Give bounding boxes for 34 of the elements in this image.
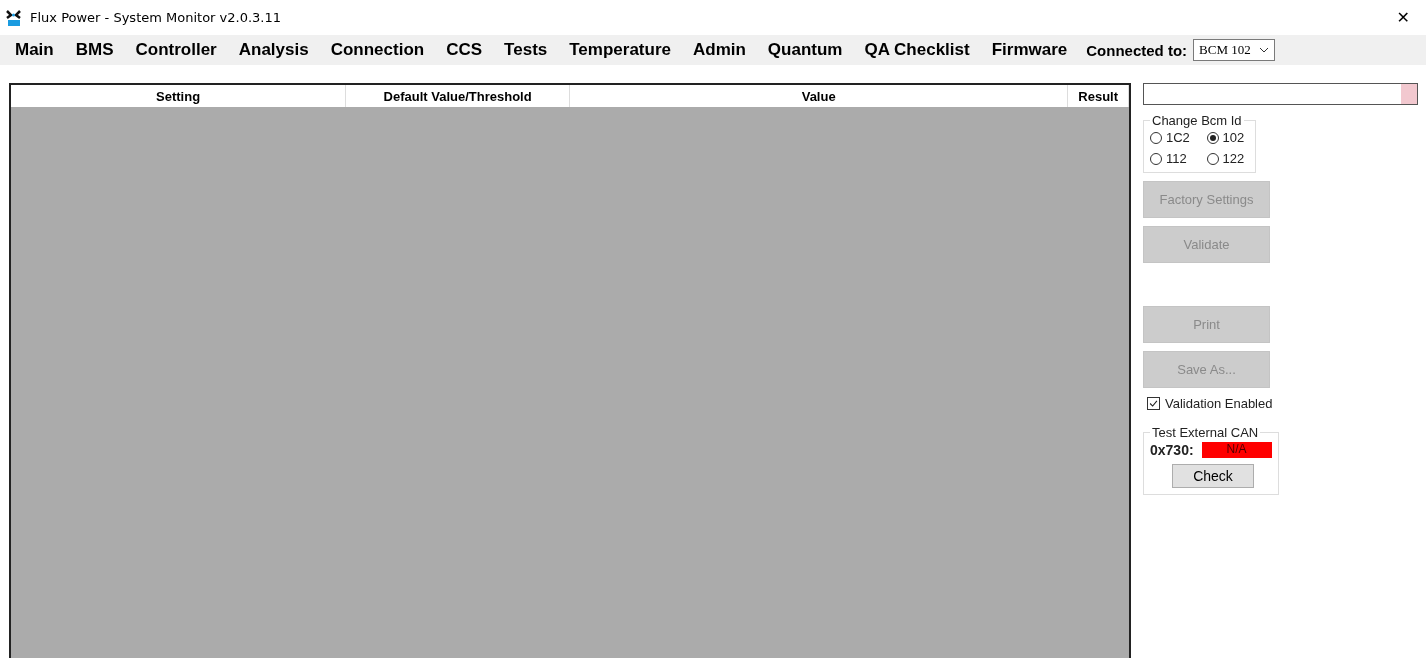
menu-tab[interactable]: Tests <box>493 40 559 60</box>
group-title: Change Bcm Id <box>1151 113 1243 128</box>
group-title: Test External CAN <box>1151 425 1260 440</box>
menu-tab[interactable]: Quantum <box>756 40 854 60</box>
menu-tab[interactable]: Main <box>4 40 65 60</box>
check-button[interactable]: Check <box>1172 464 1254 488</box>
checkbox-label[interactable]: Validation Enabled <box>1165 396 1273 411</box>
bcm-dropdown[interactable]: BCM 102 <box>1193 39 1276 61</box>
address-label: 0x730: <box>1150 442 1194 458</box>
menu-tab[interactable]: CCS <box>435 40 494 60</box>
menu-tab[interactable]: Controller <box>124 40 228 60</box>
checkbox[interactable] <box>1147 397 1160 410</box>
status-indicator: N/A <box>1201 442 1272 458</box>
column-header[interactable]: Result <box>1068 85 1129 107</box>
menu-tab[interactable]: BMS <box>64 40 125 60</box>
connection-label: Connected to: <box>1086 41 1188 59</box>
menu-tab[interactable]: Temperature <box>558 40 682 60</box>
radio-option[interactable]: 1C2 <box>1150 130 1195 145</box>
test-dropdown[interactable] <box>1143 83 1418 105</box>
caret-icon[interactable] <box>1259 47 1270 53</box>
column-header[interactable]: Default Value/Threshold <box>346 85 570 107</box>
radio-option[interactable]: 102 <box>1206 130 1249 145</box>
radio-option[interactable]: 122 <box>1206 151 1249 166</box>
menu-tab[interactable]: Analysis <box>227 40 320 60</box>
close-button[interactable]: ✕ <box>1396 8 1410 27</box>
window-title: Flux Power - System Monitor v2.0.3.11 <box>30 10 283 25</box>
column-header[interactable]: Setting <box>11 85 347 107</box>
menu-tab[interactable]: Firmware <box>980 40 1079 60</box>
menu-tab[interactable]: Connection <box>319 40 436 60</box>
menu-tab[interactable]: QA Checklist <box>853 40 981 60</box>
menu-tab[interactable]: Admin <box>681 40 757 60</box>
radio-option[interactable]: 112 <box>1150 151 1195 166</box>
app-logo-icon <box>6 8 24 27</box>
column-header[interactable]: Value <box>570 85 1069 107</box>
